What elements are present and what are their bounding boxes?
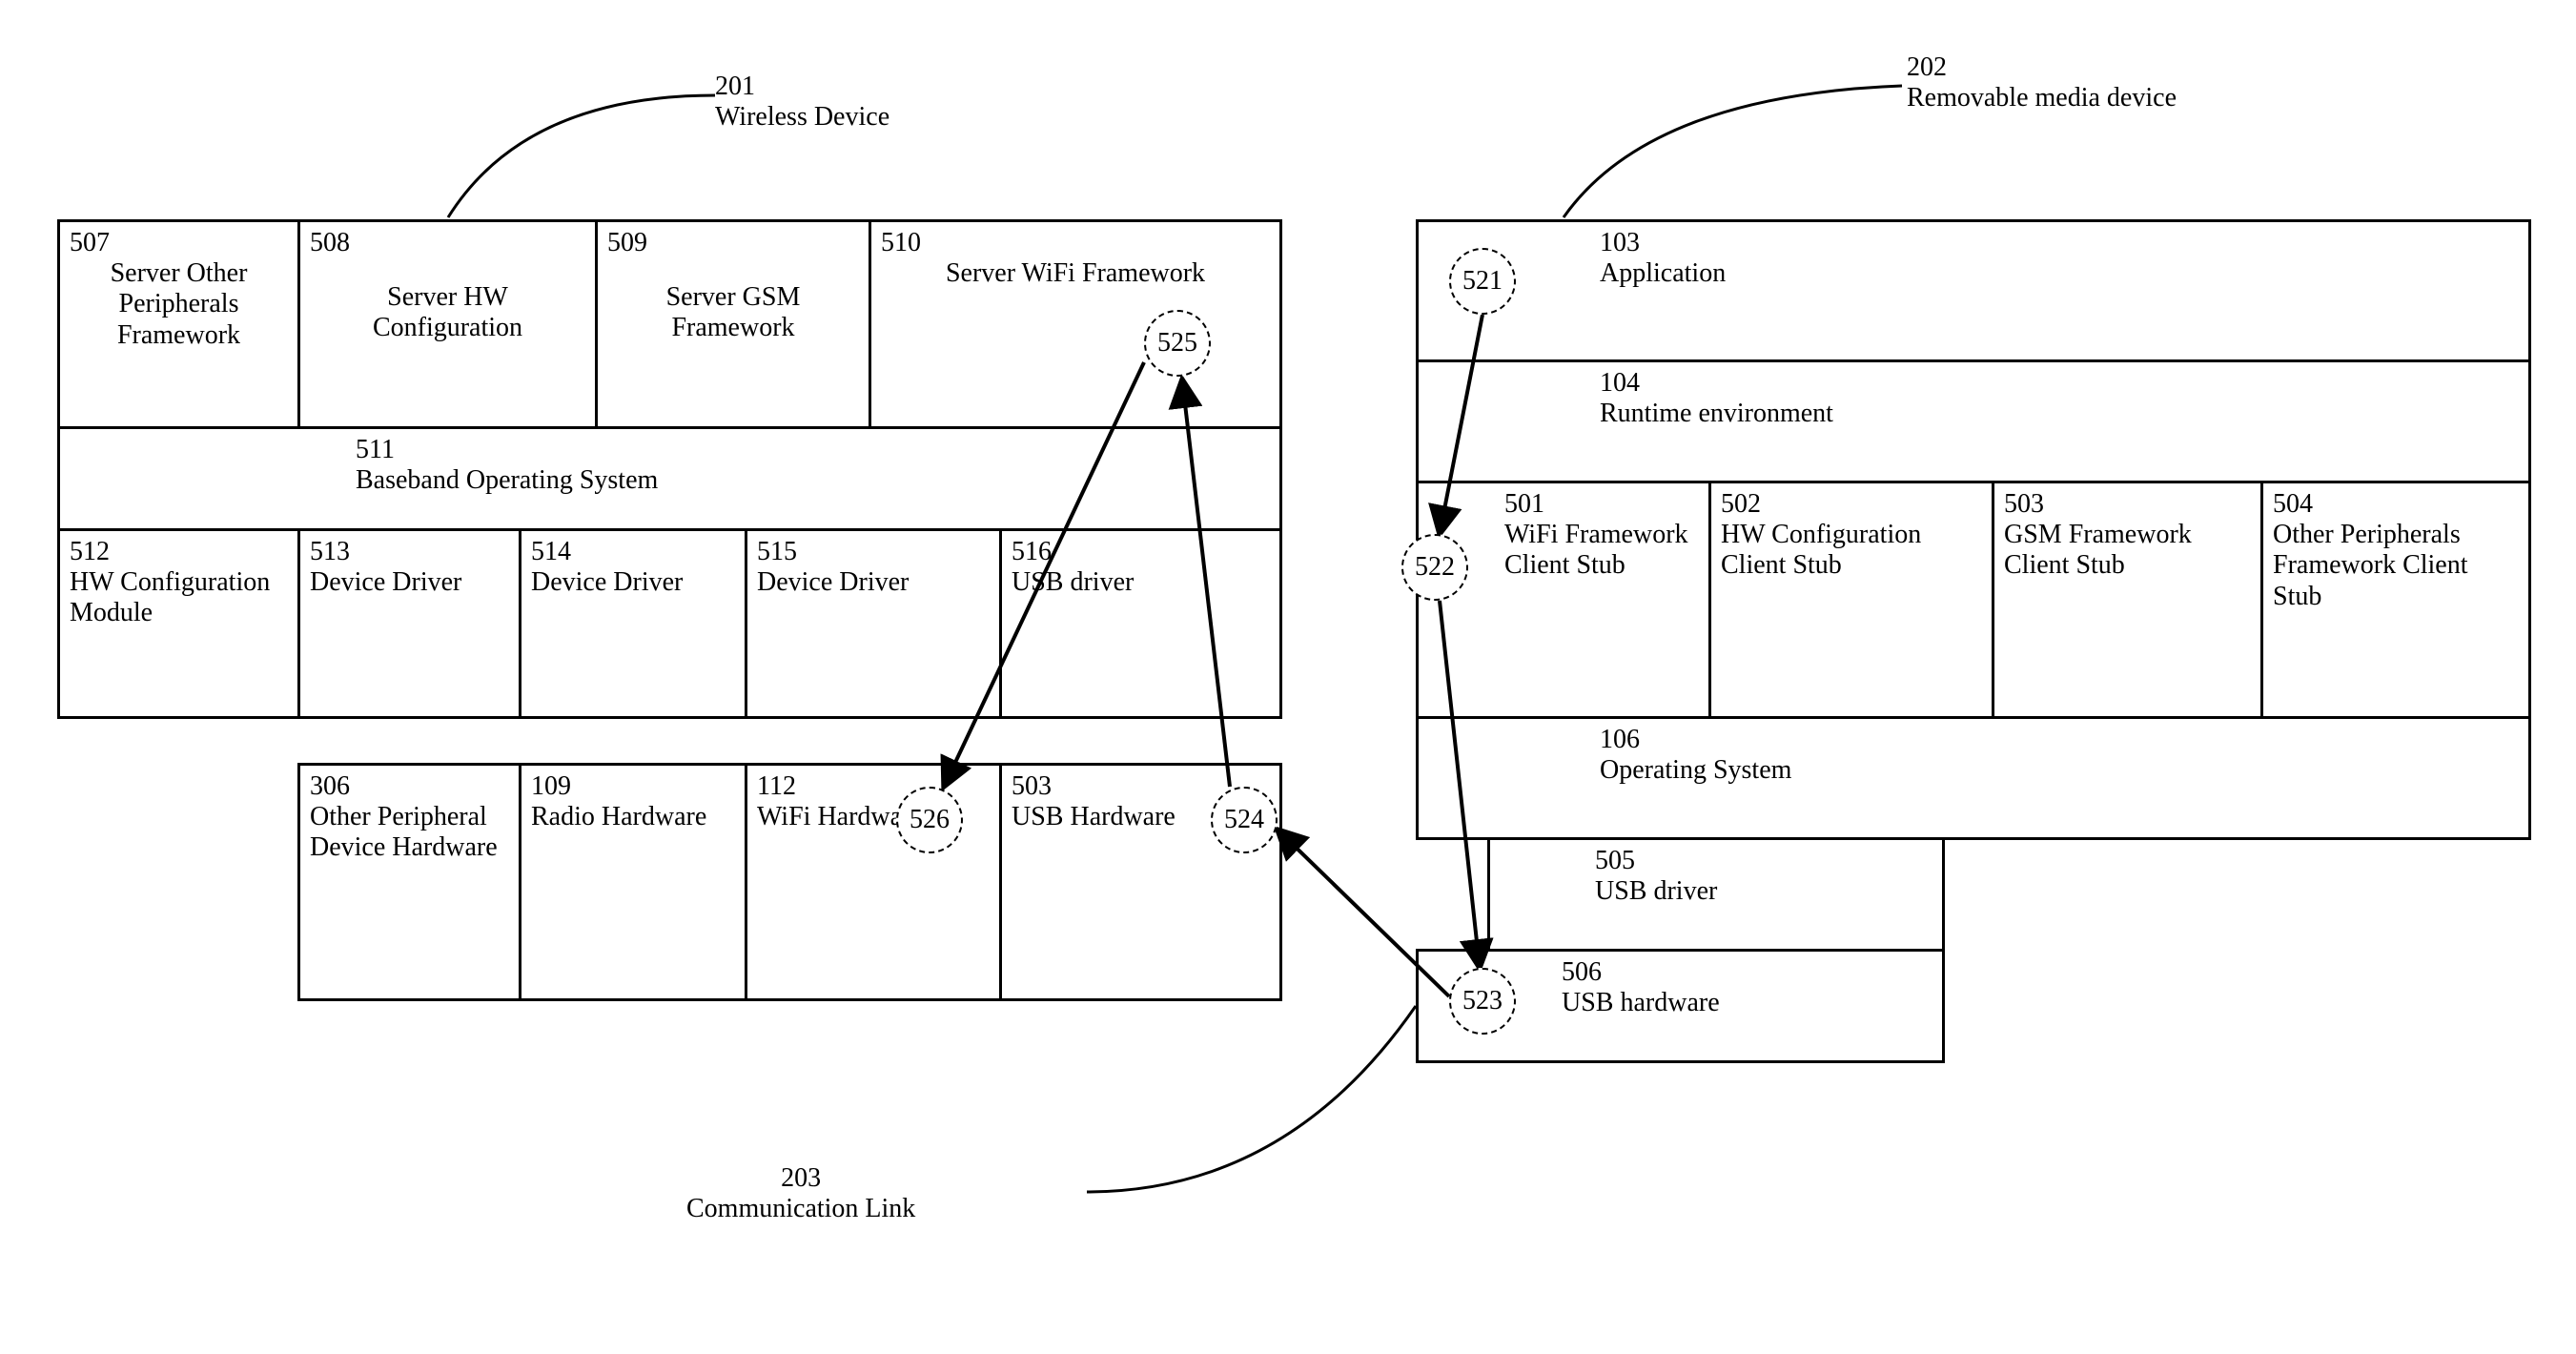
- box-501: 501 WiFi Framework Client Stub: [1416, 481, 1711, 719]
- box-504: 504 Other Peripherals Framework Client S…: [2260, 481, 2531, 719]
- box-text: GSM Framework Client Stub: [2004, 520, 2192, 580]
- box-num: 512: [70, 537, 110, 566]
- box-num: 514: [531, 537, 571, 566]
- box-508: 508 Server HW Configuration: [297, 219, 598, 429]
- callout-num: 203: [781, 1163, 821, 1193]
- box-text: Device Driver: [310, 567, 461, 597]
- box-text: HW Configuration Module: [70, 567, 270, 627]
- box-502: 502 HW Configuration Client Stub: [1708, 481, 1994, 719]
- box-text: Baseband Operating System: [356, 465, 658, 495]
- circle-522: 522: [1401, 534, 1468, 601]
- box-num: 106: [1600, 725, 1640, 754]
- box-num: 508: [310, 228, 350, 257]
- callout-num: 201: [715, 72, 755, 101]
- callout-communication-link: 203 Communication Link: [686, 1163, 915, 1224]
- box-text: Server GSM Framework: [666, 282, 801, 342]
- box-text: Device Driver: [757, 567, 909, 597]
- box-505: 505 USB driver: [1487, 837, 1945, 952]
- box-text: Other Peripheral Device Hardware: [310, 802, 498, 862]
- box-507: 507 Server Other Peripherals Framework: [57, 219, 300, 429]
- box-num: 501: [1504, 489, 1544, 519]
- box-text: Operating System: [1600, 755, 1791, 785]
- box-515: 515 Device Driver: [745, 528, 1002, 719]
- circle-525: 525: [1144, 310, 1211, 377]
- box-num: 516: [1012, 537, 1052, 566]
- box-text: Server WiFi Framework: [946, 258, 1205, 288]
- box-num: 502: [1721, 489, 1761, 519]
- box-num: 103: [1600, 228, 1640, 257]
- box-num: 505: [1595, 846, 1635, 875]
- circle-524: 524: [1211, 787, 1278, 853]
- box-num: 510: [881, 228, 921, 257]
- box-num: 511: [356, 435, 395, 464]
- box-text: USB hardware: [1562, 988, 1720, 1017]
- box-num: 509: [607, 228, 647, 257]
- box-106: 106 Operating System: [1416, 716, 2531, 840]
- box-112: 112 WiFi Hardware: [745, 763, 1002, 1001]
- callout-num: 202: [1907, 52, 1947, 82]
- box-104: 104 Runtime environment: [1416, 359, 2531, 483]
- circle-523: 523: [1449, 968, 1516, 1035]
- box-num: 507: [70, 228, 110, 257]
- circle-num: 524: [1224, 805, 1264, 835]
- circle-num: 525: [1157, 328, 1197, 359]
- box-text: USB driver: [1595, 876, 1717, 906]
- box-306: 306 Other Peripheral Device Hardware: [297, 763, 521, 1001]
- box-text: Server Other Peripherals Framework: [111, 258, 248, 349]
- box-109: 109 Radio Hardware: [519, 763, 747, 1001]
- box-text: Radio Hardware: [531, 802, 706, 831]
- box-num: 112: [757, 771, 796, 801]
- box-510: 510 Server WiFi Framework: [869, 219, 1282, 429]
- box-509: 509 Server GSM Framework: [595, 219, 871, 429]
- box-num: 506: [1562, 957, 1602, 987]
- box-text: Other Peripherals Framework Client Stub: [2273, 520, 2468, 610]
- circle-num: 523: [1462, 986, 1503, 1016]
- circle-num: 522: [1415, 552, 1455, 583]
- box-text: Application: [1600, 258, 1726, 288]
- box-text: HW Configuration Client Stub: [1721, 520, 1921, 580]
- callout-text: Communication Link: [686, 1194, 915, 1223]
- box-text: USB driver: [1012, 567, 1134, 597]
- box-503: 503 GSM Framework Client Stub: [1992, 481, 2263, 719]
- circle-521: 521: [1449, 248, 1516, 315]
- box-num: 503: [2004, 489, 2044, 519]
- box-513: 513 Device Driver: [297, 528, 521, 719]
- circle-526: 526: [896, 787, 963, 853]
- circle-num: 526: [910, 805, 950, 835]
- box-text: Runtime environment: [1600, 399, 1833, 428]
- box-512: 512 HW Configuration Module: [57, 528, 300, 719]
- box-num: 109: [531, 771, 571, 801]
- callout-wireless-device: 201 Wireless Device: [715, 72, 889, 133]
- box-num: 515: [757, 537, 797, 566]
- box-num: 504: [2273, 489, 2313, 519]
- box-516: 516 USB driver: [999, 528, 1282, 719]
- box-514: 514 Device Driver: [519, 528, 747, 719]
- box-text: Device Driver: [531, 567, 683, 597]
- callout-text: Removable media device: [1907, 83, 2177, 113]
- box-num: 104: [1600, 368, 1640, 398]
- box-num: 503: [1012, 771, 1052, 801]
- box-511: 511 Baseband Operating System: [57, 426, 1282, 531]
- box-text: Server HW Configuration: [373, 282, 522, 342]
- box-103: 103 Application: [1416, 219, 2531, 362]
- box-text: USB Hardware: [1012, 802, 1176, 831]
- callout-removable-media: 202 Removable media device: [1907, 52, 2177, 113]
- box-num: 513: [310, 537, 350, 566]
- callout-text: Wireless Device: [715, 102, 889, 132]
- circle-num: 521: [1462, 266, 1503, 297]
- box-text: WiFi Framework Client Stub: [1504, 520, 1688, 580]
- box-num: 306: [310, 771, 350, 801]
